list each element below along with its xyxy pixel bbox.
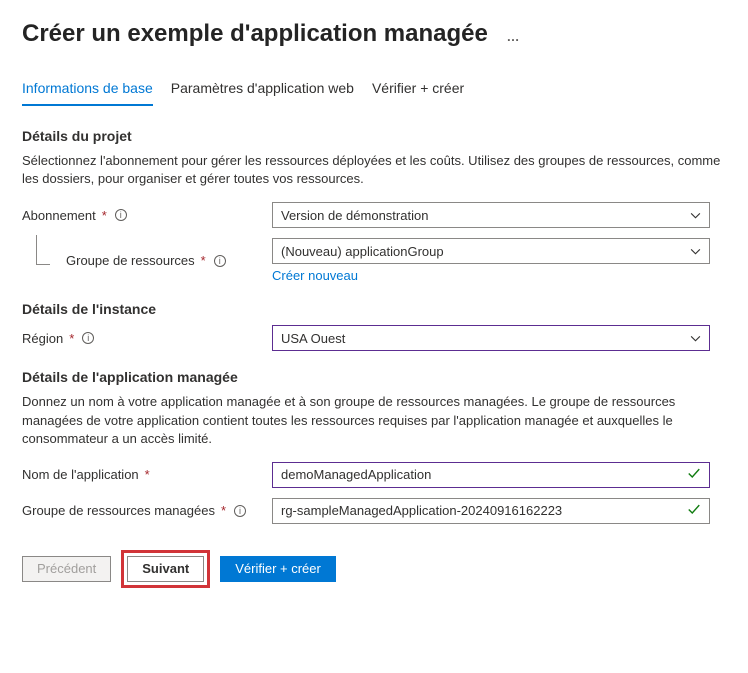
required-star: *: [145, 467, 150, 482]
section-project-desc: Sélectionnez l'abonnement pour gérer les…: [22, 152, 722, 188]
row-region: Région * i USA Ouest: [22, 325, 726, 351]
app-name-input[interactable]: demoManagedApplication: [272, 462, 710, 488]
resource-group-select[interactable]: (Nouveau) applicationGroup: [272, 238, 710, 264]
region-value: USA Ouest: [281, 331, 345, 346]
subscription-value: Version de démonstration: [281, 208, 428, 223]
row-resource-group: Groupe de ressources * i (Nouveau) appli…: [22, 238, 726, 283]
managed-rg-label: Groupe de ressources managées: [22, 503, 215, 518]
chevron-down-icon: [690, 331, 701, 346]
next-button[interactable]: Suivant: [127, 556, 204, 582]
region-label: Région: [22, 331, 63, 346]
chevron-down-icon: [690, 244, 701, 259]
highlight-box: Suivant: [121, 550, 210, 588]
tab-review-create[interactable]: Vérifier + créer: [372, 74, 464, 106]
tabs: Informations de base Paramètres d'applic…: [22, 74, 726, 106]
create-new-link[interactable]: Créer nouveau: [272, 268, 358, 283]
row-subscription: Abonnement * i Version de démonstration: [22, 202, 726, 228]
info-icon[interactable]: i: [115, 209, 127, 221]
required-star: *: [201, 253, 206, 268]
subscription-label: Abonnement: [22, 208, 96, 223]
app-name-label: Nom de l'application: [22, 467, 139, 482]
section-instance-title: Détails de l'instance: [22, 301, 726, 317]
check-icon: [687, 466, 701, 483]
row-app-name: Nom de l'application * demoManagedApplic…: [22, 462, 726, 488]
app-name-value: demoManagedApplication: [281, 467, 431, 482]
review-create-button[interactable]: Vérifier + créer: [220, 556, 336, 582]
page-title-text: Créer un exemple d'application managée: [22, 20, 488, 47]
required-star: *: [69, 331, 74, 346]
tab-webapp-settings[interactable]: Paramètres d'application web: [171, 74, 354, 106]
managed-rg-value: rg-sampleManagedApplication-202409161622…: [281, 503, 562, 518]
previous-button: Précédent: [22, 556, 111, 582]
chevron-down-icon: [690, 208, 701, 223]
section-managed-desc: Donnez un nom à votre application managé…: [22, 393, 722, 448]
more-icon[interactable]: …: [507, 29, 522, 44]
section-project-title: Détails du projet: [22, 128, 726, 144]
region-select[interactable]: USA Ouest: [272, 325, 710, 351]
tab-basics[interactable]: Informations de base: [22, 74, 153, 106]
subscription-select[interactable]: Version de démonstration: [272, 202, 710, 228]
info-icon[interactable]: i: [234, 505, 246, 517]
managed-rg-input[interactable]: rg-sampleManagedApplication-202409161622…: [272, 498, 710, 524]
section-managed-title: Détails de l'application managée: [22, 369, 726, 385]
required-star: *: [221, 503, 226, 518]
resource-group-value: (Nouveau) applicationGroup: [281, 244, 444, 259]
row-managed-rg: Groupe de ressources managées * i rg-sam…: [22, 498, 726, 524]
check-icon: [687, 502, 701, 519]
footer: Précédent Suivant Vérifier + créer: [22, 550, 726, 588]
info-icon[interactable]: i: [214, 255, 226, 267]
indent-line: [36, 235, 50, 265]
info-icon[interactable]: i: [82, 332, 94, 344]
resource-group-label: Groupe de ressources: [66, 253, 195, 268]
page-title: Créer un exemple d'application managée …: [22, 20, 726, 48]
required-star: *: [102, 208, 107, 223]
